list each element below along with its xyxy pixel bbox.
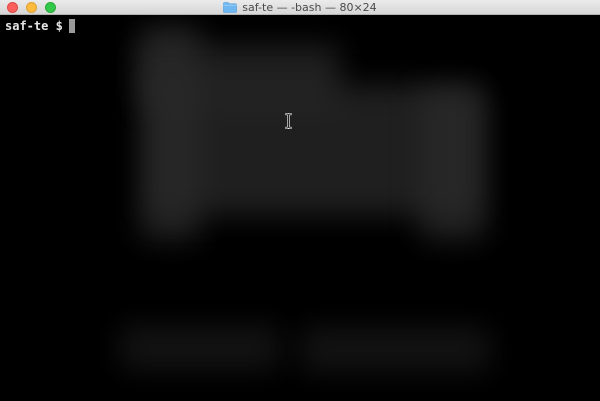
- terminal-window: saf-te — -bash — 80×24 saf-te $: [0, 0, 600, 401]
- background-shape: [120, 325, 280, 370]
- prompt-text: saf-te $: [5, 19, 63, 33]
- background-shape: [420, 90, 485, 240]
- title-bar[interactable]: saf-te — -bash — 80×24: [0, 0, 600, 15]
- background-shape: [300, 327, 490, 372]
- window-title-text: saf-te — -bash — 80×24: [242, 1, 377, 14]
- text-cursor-icon: [284, 112, 293, 130]
- terminal-content[interactable]: saf-te $: [0, 15, 600, 401]
- window-title: saf-te — -bash — 80×24: [0, 0, 600, 15]
- prompt-line[interactable]: saf-te $: [5, 18, 75, 34]
- folder-icon: [223, 2, 238, 13]
- terminal-cursor: [68, 19, 75, 33]
